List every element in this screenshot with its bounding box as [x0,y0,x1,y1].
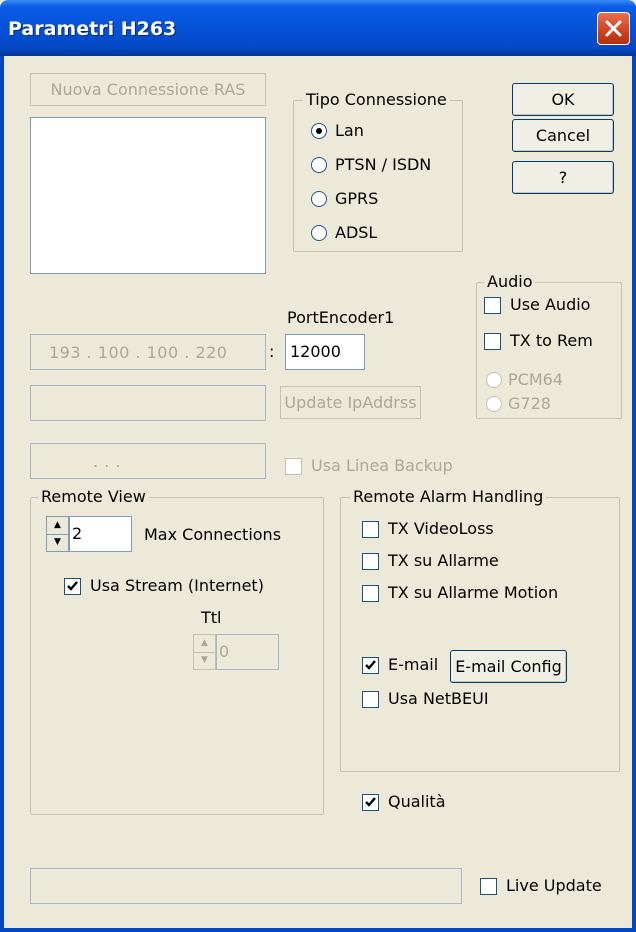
spin-up-icon[interactable]: ▲ [47,517,68,535]
backup-line-label[interactable]: Usa Linea Backup [311,455,453,477]
check-icon [365,660,376,670]
tx-su-allarme-checkbox[interactable] [362,553,379,570]
update-ip-button[interactable]: Update IpAddrss [280,386,421,419]
help-button[interactable]: ? [512,161,614,194]
backup-line-checkbox[interactable] [285,458,302,475]
radio-g728[interactable] [486,396,502,412]
tx-to-rem-checkbox[interactable] [484,333,501,350]
quality-label[interactable]: Qualità [388,791,446,813]
use-audio-checkbox[interactable] [484,297,501,314]
radio-pcm64-label[interactable]: PCM64 [508,369,563,391]
ras-connection-list[interactable] [30,117,266,274]
close-button[interactable] [597,12,630,45]
connection-type-legend: Tipo Connessione [303,90,450,110]
ttl-input[interactable]: 0 [216,634,279,670]
use-audio-label[interactable]: Use Audio [510,294,590,316]
live-update-checkbox[interactable] [480,878,497,895]
max-connections-label: Max Connections [144,525,282,544]
ttl-spin-down-icon[interactable]: ▼ [194,652,215,669]
email-checkbox[interactable] [362,657,379,674]
radio-g728-label[interactable]: G728 [508,393,551,415]
netbeui-checkbox[interactable] [362,691,379,708]
spin-down-icon[interactable]: ▼ [47,534,68,551]
ttl-label: Ttl [201,608,222,627]
ip-port-separator: : [269,342,275,361]
remote-view-legend: Remote View [38,487,149,507]
tx-su-allarme-motion-label[interactable]: TX su Allarme Motion [388,582,558,604]
ip-address-value: 193 . 100 . 100 . 220 [49,343,228,362]
use-stream-label[interactable]: Usa Stream (Internet) [90,575,264,597]
max-connections-value: 2 [72,524,83,543]
ok-button[interactable]: OK [512,83,614,116]
tx-su-allarme-motion-checkbox[interactable] [362,585,379,602]
port-encoder-value: 12000 [290,342,341,361]
radio-lan[interactable] [311,123,327,139]
radio-ptsn-isdn[interactable] [311,157,327,173]
check-icon [365,797,376,807]
radio-lan-label[interactable]: Lan [335,120,364,142]
quality-checkbox[interactable] [362,794,379,811]
netbeui-label[interactable]: Usa NetBEUI [388,688,489,710]
window-title: Parametri H263 [8,18,177,40]
backup-ip-value: . . . [93,452,121,471]
tx-videoloss-checkbox[interactable] [362,521,379,538]
max-connections-input[interactable]: 2 [69,516,132,552]
check-icon [67,581,78,591]
ttl-value: 0 [219,642,230,661]
tx-to-rem-label[interactable]: TX to Rem [510,330,593,352]
ttl-spin-up-icon[interactable]: ▲ [194,635,215,653]
radio-gprs[interactable] [311,191,327,207]
alarm-handling-legend: Remote Alarm Handling [350,487,547,507]
backup-ip-field[interactable]: . . . [30,443,266,479]
update-ip-field[interactable] [30,385,266,421]
port-encoder-label: PortEncoder1 [287,308,395,327]
max-connections-spinner[interactable]: ▲ ▼ [46,516,69,552]
live-update-label[interactable]: Live Update [506,875,602,897]
close-icon [605,20,622,37]
ttl-spinner[interactable]: ▲ ▼ [193,634,216,670]
status-field [30,868,462,904]
email-config-button[interactable]: E-mail Config [450,650,567,683]
radio-gprs-label[interactable]: GPRS [335,188,378,210]
ip-address-field[interactable]: 193 . 100 . 100 . 220 [30,334,266,370]
new-ras-connection-button[interactable]: Nuova Connessione RAS [30,73,266,106]
radio-adsl-label[interactable]: ADSL [335,222,377,244]
radio-pcm64[interactable] [486,372,502,388]
radio-adsl[interactable] [311,225,327,241]
email-label[interactable]: E-mail [388,654,438,676]
audio-legend: Audio [484,272,536,292]
cancel-button[interactable]: Cancel [512,119,614,152]
tx-videoloss-label[interactable]: TX VideoLoss [388,518,494,540]
radio-ptsn-isdn-label[interactable]: PTSN / ISDN [335,154,431,176]
port-encoder-input[interactable]: 12000 [285,334,365,370]
tx-su-allarme-label[interactable]: TX su Allarme [388,550,499,572]
use-stream-checkbox[interactable] [64,578,81,595]
